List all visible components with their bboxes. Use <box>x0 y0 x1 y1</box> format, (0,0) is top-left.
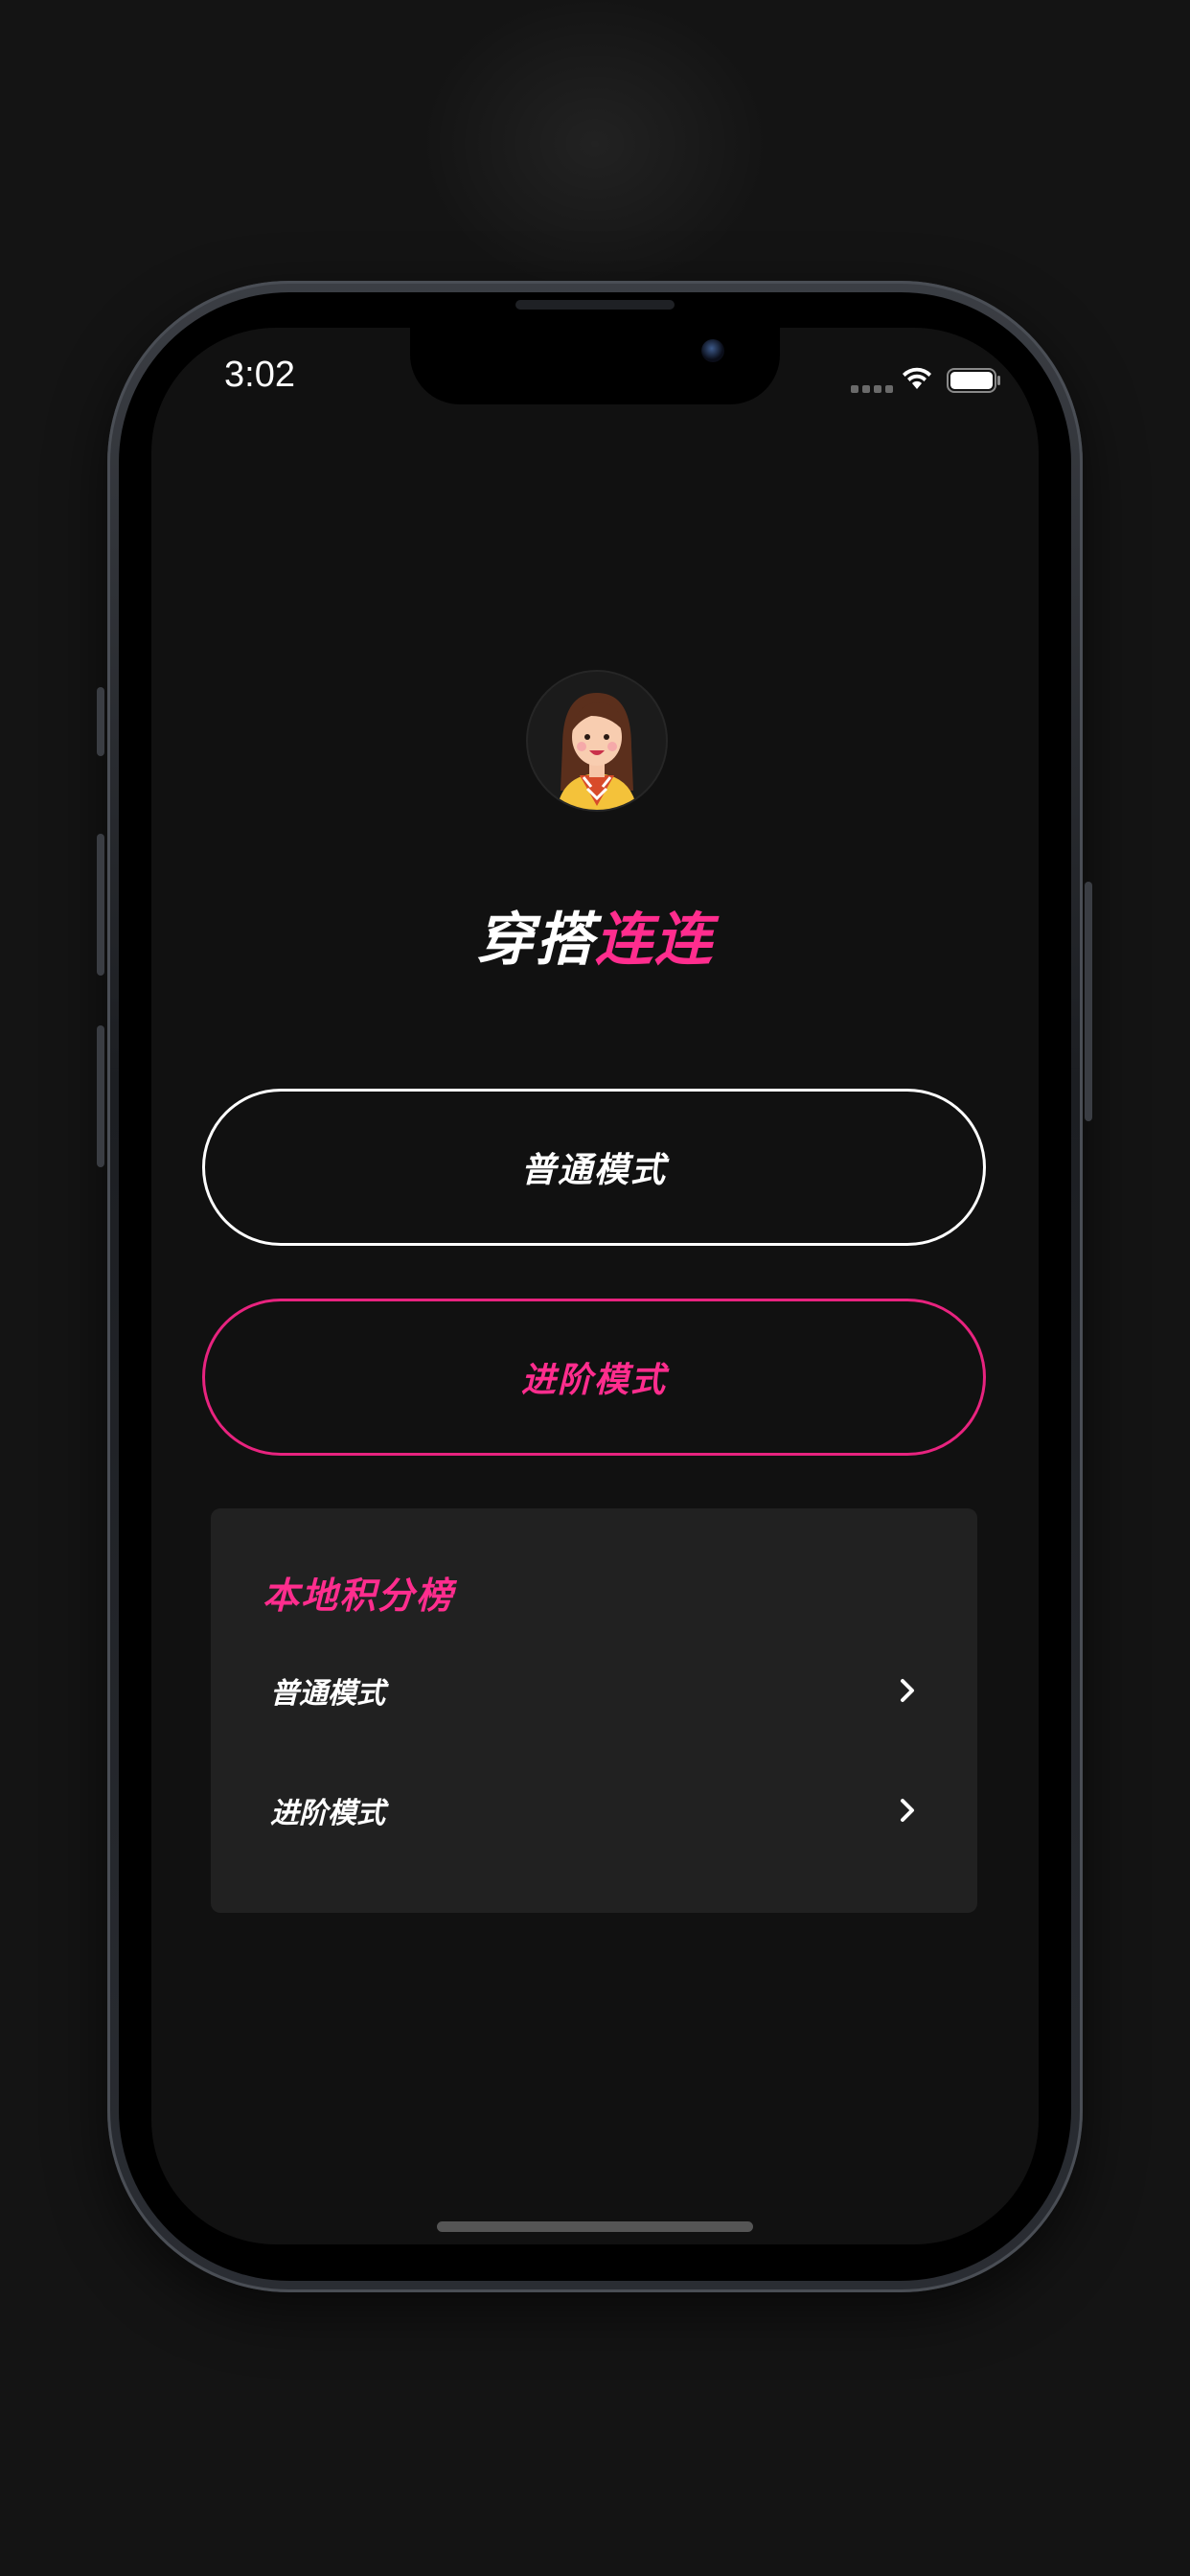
advanced-mode-button[interactable]: 进阶模式 <box>202 1299 986 1456</box>
front-camera <box>701 339 724 362</box>
status-time: 3:02 <box>224 355 295 395</box>
battery-icon <box>947 368 1000 393</box>
notch <box>410 328 780 404</box>
app-title-part1: 穿搭 <box>476 907 595 974</box>
app-title-part2: 连连 <box>595 907 714 974</box>
leaderboard-title: 本地积分榜 <box>263 1575 455 1617</box>
earpiece-speaker <box>515 300 675 310</box>
home-indicator[interactable] <box>437 2221 753 2232</box>
volume-up-button <box>97 834 104 976</box>
normal-mode-button[interactable]: 普通模式 <box>202 1089 986 1246</box>
local-leaderboard-card: 本地积分榜 普通模式 进阶模式 <box>211 1508 977 1913</box>
leaderboard-row-normal[interactable]: 普通模式 <box>270 1657 922 1724</box>
volume-down-button <box>97 1025 104 1167</box>
mute-switch <box>97 687 104 756</box>
cellular-signal-icon <box>851 385 893 393</box>
normal-mode-label: 普通模式 <box>520 1151 667 1190</box>
avatar <box>526 670 668 812</box>
advanced-mode-label: 进阶模式 <box>520 1361 667 1400</box>
leaderboard-row-advanced[interactable]: 进阶模式 <box>270 1777 922 1844</box>
app-title: 穿搭连连 <box>151 893 1039 977</box>
leaderboard-row-label: 进阶模式 <box>270 1797 385 1830</box>
chevron-right-icon <box>901 1799 914 1822</box>
wifi-icon <box>903 367 931 389</box>
leaderboard-row-label: 普通模式 <box>270 1677 385 1711</box>
chevron-right-icon <box>901 1679 914 1702</box>
power-button <box>1085 882 1092 1121</box>
app-screen: 3:02 穿搭连连 普通模式 进阶模式 本地积分榜 普通模式 进阶模式 <box>151 328 1039 2244</box>
